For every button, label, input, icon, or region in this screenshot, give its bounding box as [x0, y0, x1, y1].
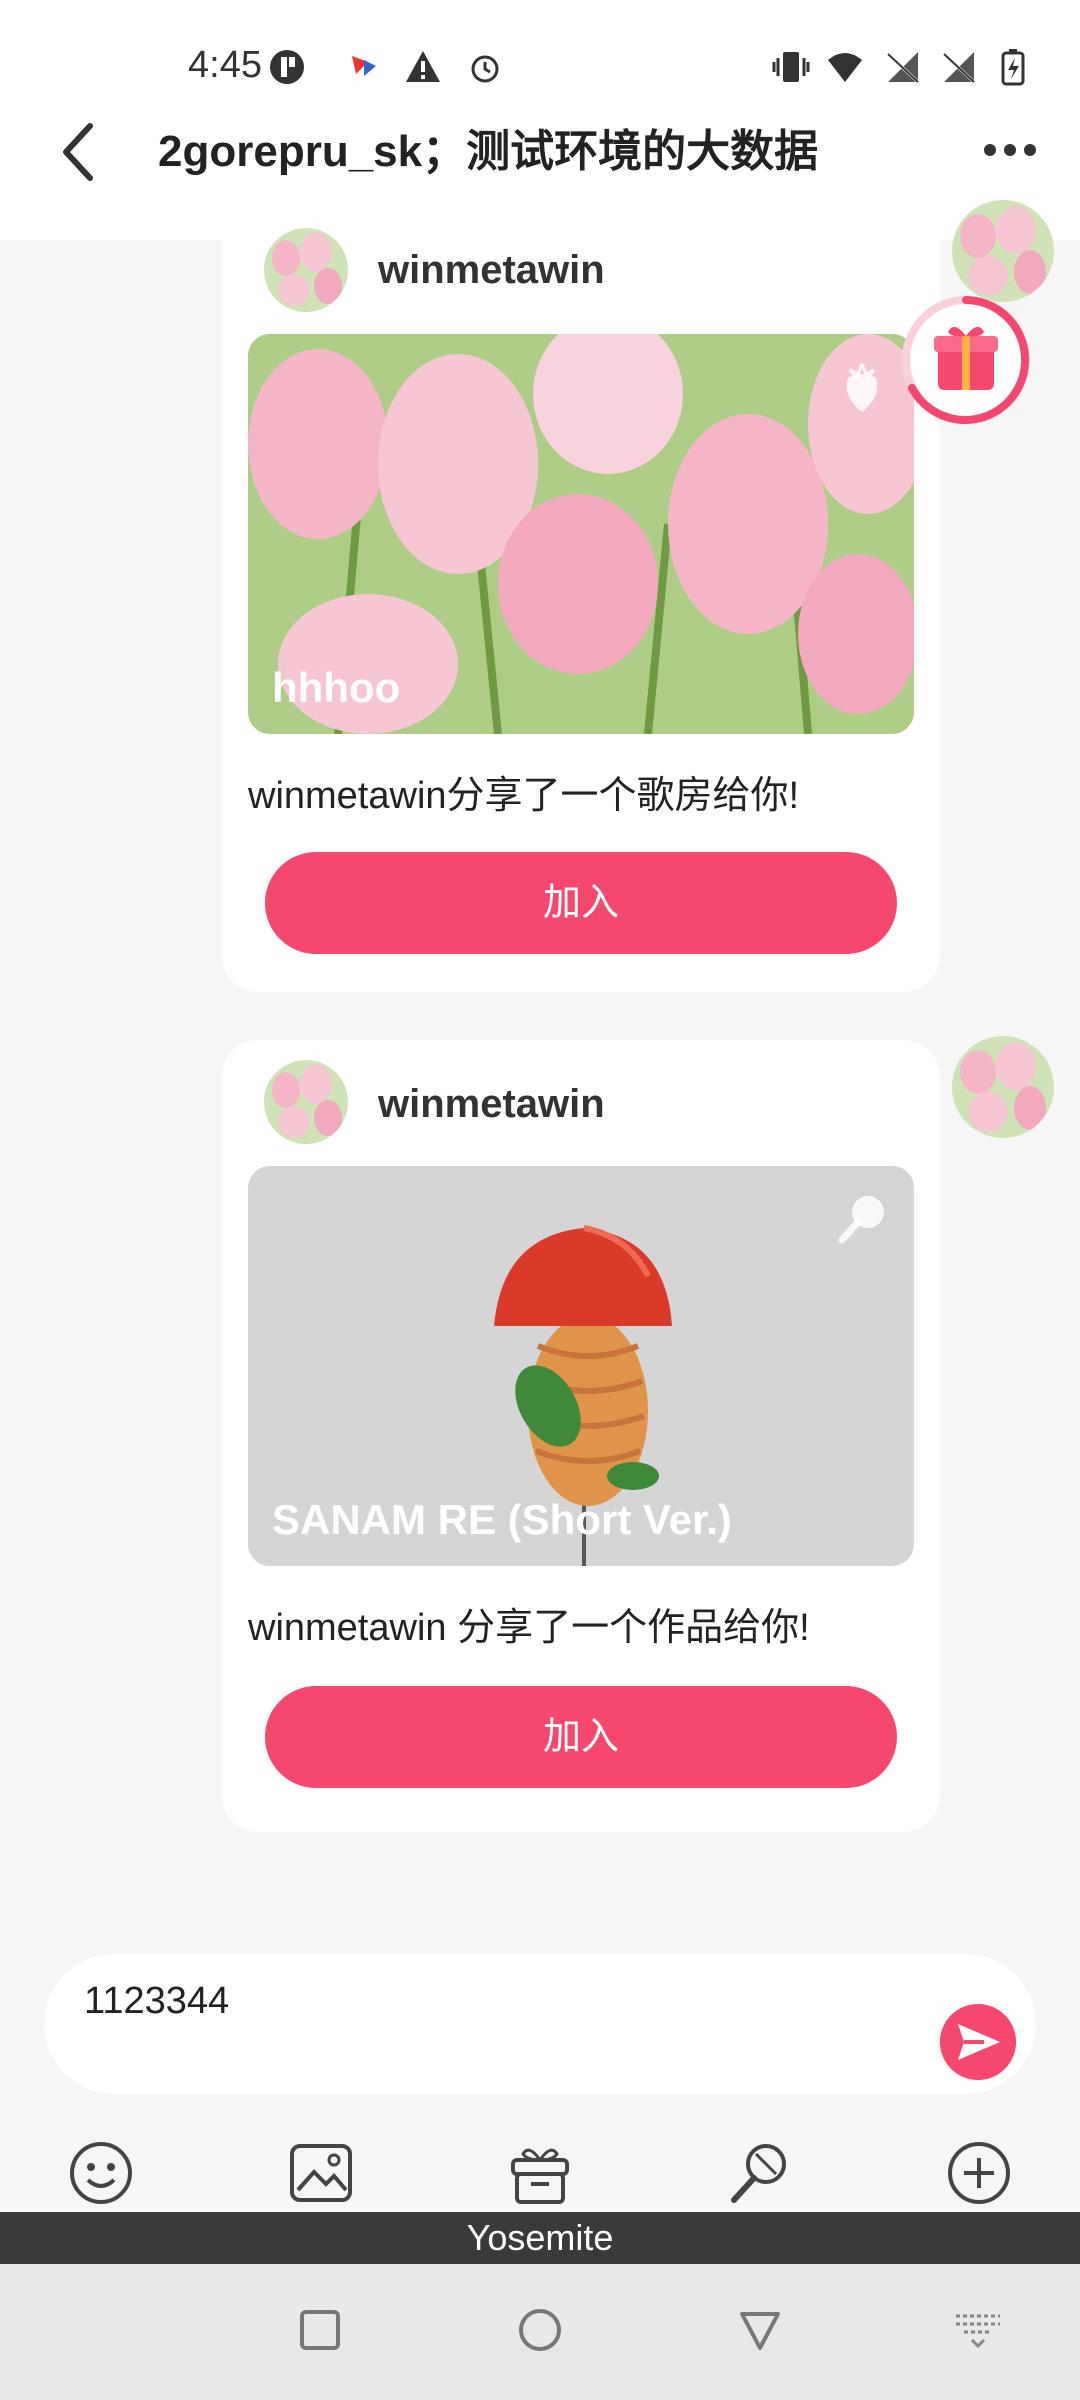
- share-card-work: winmetawin SANAM RE (Short Ver.) winmeta…: [222, 1040, 940, 1832]
- tulip-avatar-icon: [952, 200, 1054, 302]
- recents-button[interactable]: [296, 2306, 344, 2354]
- join-button[interactable]: 加入: [265, 1686, 897, 1788]
- avatar[interactable]: [264, 228, 348, 312]
- tulip-avatar-icon: [264, 228, 348, 312]
- no-signal-icon: [886, 52, 920, 84]
- share-card-song-room: winmetawin hhhoo winmetawin分享了一个歌房给你! 加入: [222, 200, 940, 992]
- card-username: winmetawin: [378, 248, 605, 292]
- home-button[interactable]: [516, 2306, 564, 2354]
- app-logo-icon: [352, 56, 376, 76]
- message-input[interactable]: 1123344: [44, 1954, 1036, 2094]
- status-time: 4:45: [188, 44, 262, 86]
- avatar[interactable]: [264, 1060, 348, 1144]
- chat-toolbar: [0, 2130, 1080, 2214]
- sender-avatar[interactable]: [952, 200, 1054, 302]
- emoji-icon[interactable]: [68, 2140, 134, 2206]
- add-icon[interactable]: [946, 2140, 1012, 2206]
- work-title: SANAM RE (Short Ver.): [272, 1496, 732, 1543]
- card-username: winmetawin: [378, 1082, 605, 1126]
- sender-avatar[interactable]: [952, 1036, 1054, 1138]
- strawberry-icon: [846, 363, 878, 412]
- system-navigation-bar: [0, 2264, 1080, 2400]
- warning-icon: [406, 51, 440, 82]
- mic-icon[interactable]: [726, 2140, 792, 2206]
- gift-floating-button[interactable]: [898, 292, 1034, 428]
- back-button[interactable]: [52, 112, 112, 192]
- image-icon[interactable]: [288, 2140, 354, 2206]
- work-cover[interactable]: SANAM RE (Short Ver.): [248, 1166, 914, 1566]
- send-button[interactable]: [940, 2004, 1016, 2080]
- tulip-avatar-icon: [952, 1036, 1054, 1138]
- keyboard-suggestion-bar[interactable]: Yosemite: [0, 2212, 1080, 2264]
- share-description: winmetawin分享了一个歌房给你!: [248, 775, 800, 817]
- battery-charging-icon: [1001, 49, 1025, 86]
- keyboard-icon[interactable]: [954, 2306, 1002, 2354]
- page-title: 2gorepru_sk；测试环境的大数据: [158, 127, 819, 176]
- share-description: winmetawin 分享了一个作品给你!: [248, 1607, 810, 1649]
- gift-icon[interactable]: [507, 2140, 573, 2206]
- vibrate-icon: [772, 52, 810, 82]
- wifi-icon: [828, 53, 862, 82]
- mic-icon: [838, 1196, 884, 1244]
- alarm-icon: [471, 55, 499, 83]
- song-room-cover[interactable]: hhhoo: [248, 334, 914, 734]
- more-options-button[interactable]: [980, 130, 1040, 170]
- message-input-text: 1123344: [84, 1980, 230, 2022]
- tulip-avatar-icon: [264, 1060, 348, 1144]
- song-room-title: hhhoo: [272, 664, 401, 711]
- no-signal-icon-2: [942, 52, 976, 84]
- join-button[interactable]: 加入: [265, 852, 897, 954]
- app-notification-icon: [270, 50, 304, 84]
- back-nav-button[interactable]: [736, 2306, 784, 2354]
